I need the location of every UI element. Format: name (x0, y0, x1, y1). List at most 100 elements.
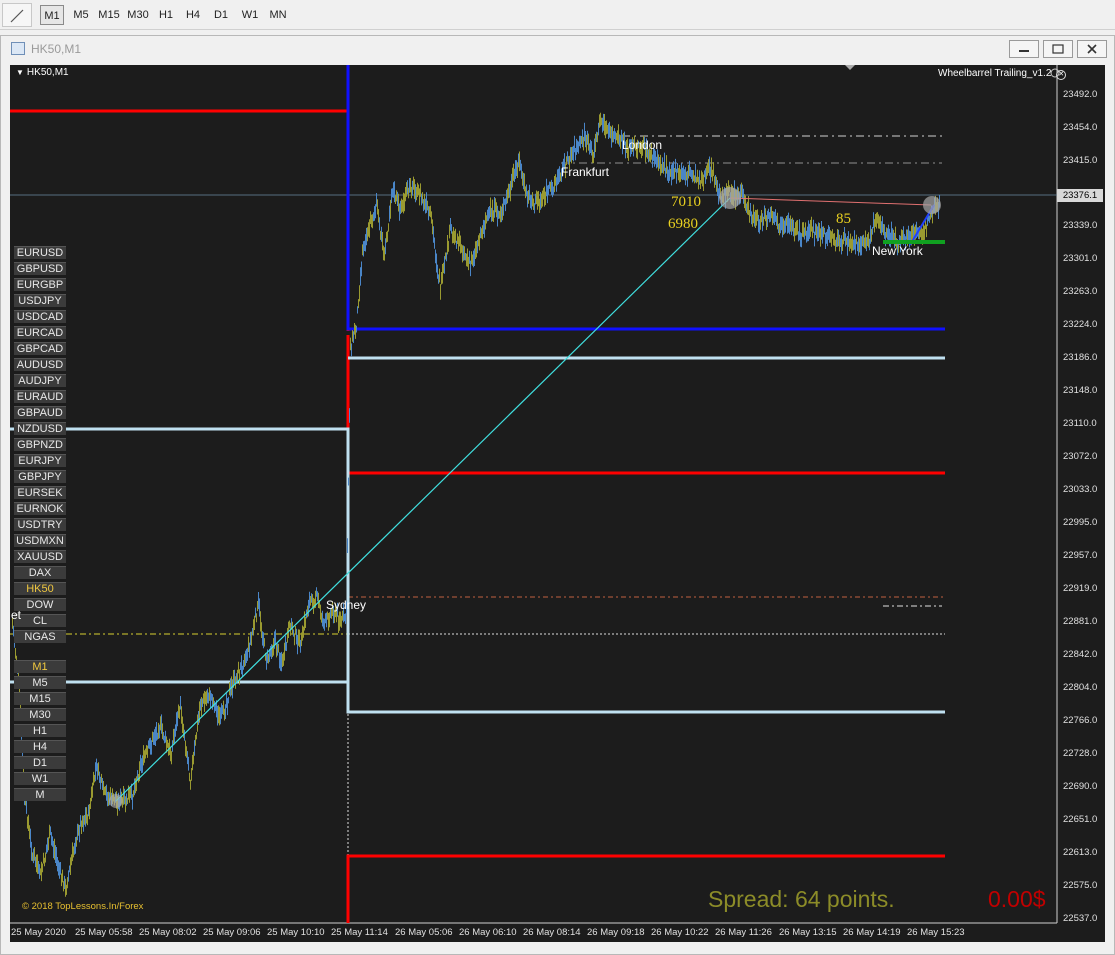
trade-marker-a (719, 187, 741, 209)
time-tick-label: 25 May 08:02 (139, 927, 197, 938)
symbol-button-usdtry[interactable]: USDTRY (14, 518, 66, 531)
indicator-label: Wheelbarrel Trailing_v1.2 ✕ (938, 68, 1067, 80)
price-tick-label: 23033.0 (1063, 484, 1098, 495)
current-price-box: 23376.1 (1057, 189, 1103, 202)
price-tick-label: 22919.0 (1063, 583, 1098, 594)
symbol-button-cl[interactable]: CL (14, 614, 66, 627)
session-label-partial: et (11, 608, 22, 622)
price-tick-label: 22651.0 (1063, 814, 1098, 825)
trade-marker-start (109, 794, 123, 808)
symbol-button-usdjpy[interactable]: USDJPY (14, 294, 66, 307)
chart-shift-marker (845, 65, 855, 70)
price-chart[interactable]: ▼ HK50,M1 Wheelbarrel Trailing_v1.2 ✕ EUR… (10, 65, 1105, 942)
price-tick-label: 22613.0 (1063, 847, 1098, 858)
price-tick-label: 23110.0 (1063, 418, 1097, 429)
time-tick-label: 26 May 06:10 (459, 927, 517, 938)
time-tick-label: 26 May 15:23 (907, 927, 965, 938)
count-label: 85 (836, 211, 851, 227)
symbol-button-eurcad[interactable]: EURCAD (14, 326, 66, 339)
toolbar-timeframe-m5[interactable]: M5 (69, 5, 93, 25)
blue-level-line (346, 65, 945, 331)
chart-window-icon (11, 42, 25, 55)
symbol-button-gbpaud[interactable]: GBPAUD (14, 406, 66, 419)
time-tick-label: 25 May 10:10 (267, 927, 325, 938)
symbol-button-eurnok[interactable]: EURNOK (14, 502, 66, 515)
chart-timeframe-button-m5[interactable]: M5 (14, 676, 66, 689)
chart-timeframe-button-mn[interactable]: M (14, 788, 66, 801)
symbol-button-dow[interactable]: DOW (14, 598, 66, 611)
time-tick-label: 26 May 13:15 (779, 927, 837, 938)
symbol-button-gbpusd[interactable]: GBPUSD (14, 262, 66, 275)
session-label-sydney: Sydney (326, 598, 367, 612)
time-tick-label: 26 May 09:18 (587, 927, 645, 938)
chart-timeframe-button-m30[interactable]: M30 (14, 708, 66, 721)
window-title: HK50,M1 (31, 42, 82, 56)
menu-triangle-icon[interactable]: ▼ (16, 68, 24, 77)
chart-timeframe-button-h1[interactable]: H1 (14, 724, 66, 737)
close-button[interactable] (1077, 40, 1107, 58)
price-tick-label: 23454.0 (1063, 122, 1098, 133)
lightblue-level-line-bottom (346, 682, 945, 714)
symbol-button-nzdusd[interactable]: NZDUSD (14, 422, 66, 435)
toolbar-timeframe-m1[interactable]: M1 (40, 5, 64, 25)
symbol-button-ngas[interactable]: NGAS (14, 630, 66, 643)
symbol-button-gbpnzd[interactable]: GBPNZD (14, 438, 66, 451)
time-tick-label: 25 May 05:58 (75, 927, 133, 938)
line-tool-button[interactable] (2, 3, 32, 27)
symbol-button-gbpjpy[interactable]: GBPJPY (14, 470, 66, 483)
toolbar-timeframe-h4[interactable]: H4 (181, 5, 205, 25)
symbol-button-audusd[interactable]: AUDUSD (14, 358, 66, 371)
time-tick-label: 26 May 05:06 (395, 927, 453, 938)
session-label-new-york: New York (872, 244, 923, 258)
price-tick-label: 22804.0 (1063, 682, 1098, 693)
profit-text: 0.00$ (988, 886, 1046, 912)
price-tick-label: 22957.0 (1063, 550, 1098, 561)
spread-text: Spread: 64 points. (708, 886, 895, 912)
symbol-button-eursek[interactable]: EURSEK (14, 486, 66, 499)
time-tick-label: 25 May 11:14 (331, 927, 388, 938)
toolbar-timeframe-m15[interactable]: M15 (96, 5, 122, 25)
toolbar-timeframe-h1[interactable]: H1 (154, 5, 178, 25)
line-icon (10, 9, 24, 23)
chart-timeframe-button-d1[interactable]: D1 (14, 756, 66, 769)
price-tick-label: 22995.0 (1063, 517, 1098, 528)
symbol-button-hk50[interactable]: HK50 (14, 582, 66, 595)
price-tick-label: 22881.0 (1063, 616, 1098, 627)
price-tick-label: 22575.0 (1063, 880, 1098, 891)
session-label-frankfurt: Frankfurt (561, 165, 610, 179)
time-tick-label: 26 May 11:26 (715, 927, 772, 938)
symbol-button-gbpcad[interactable]: GBPCAD (14, 342, 66, 355)
price-bars-up (13, 113, 940, 889)
chart-timeframe-button-h4[interactable]: H4 (14, 740, 66, 753)
chart-timeframe-button-w1[interactable]: W1 (14, 772, 66, 785)
symbol-button-usdcad[interactable]: USDCAD (14, 310, 66, 323)
indicator-settings-icon[interactable]: ✕ (1056, 70, 1067, 80)
chart-canvas (10, 65, 1060, 924)
symbol-button-xauusd[interactable]: XAUUSD (14, 550, 66, 563)
symbol-button-eurgbp[interactable]: EURGBP (14, 278, 66, 291)
toolbar-timeframe-w1[interactable]: W1 (237, 5, 263, 25)
toolbar-timeframe-m30[interactable]: M30 (125, 5, 151, 25)
minimize-button[interactable] (1009, 40, 1039, 58)
price-bars-down (12, 112, 938, 897)
price-tick-label: 23148.0 (1063, 385, 1098, 396)
toolbar-timeframe-mn[interactable]: MN (265, 5, 291, 25)
symbol-button-audjpy[interactable]: AUDJPY (14, 374, 66, 387)
level-label-high: 7010 (671, 194, 701, 210)
price-tick-label: 23339.0 (1063, 220, 1098, 231)
symbol-button-eurjpy[interactable]: EURJPY (14, 454, 66, 467)
toolbar-timeframe-d1[interactable]: D1 (208, 5, 234, 25)
price-tick-label: 23186.0 (1063, 352, 1098, 363)
symbol-button-eurusd[interactable]: EURUSD (14, 246, 66, 259)
chart-symbol-label: ▼ HK50,M1 (16, 67, 69, 78)
symbol-button-dax[interactable]: DAX (14, 566, 66, 579)
restore-button[interactable] (1043, 40, 1073, 58)
window-titlebar: HK50,M1 (1, 36, 1114, 62)
price-tick-label: 22728.0 (1063, 748, 1098, 759)
trade-marker-b (923, 196, 941, 214)
symbol-button-usdmxn[interactable]: USDMXN (14, 534, 66, 547)
chart-timeframe-button-m15[interactable]: M15 (14, 692, 66, 705)
price-tick-label: 22537.0 (1063, 913, 1098, 924)
chart-timeframe-button-m1[interactable]: M1 (14, 660, 66, 673)
symbol-button-euraud[interactable]: EURAUD (14, 390, 66, 403)
